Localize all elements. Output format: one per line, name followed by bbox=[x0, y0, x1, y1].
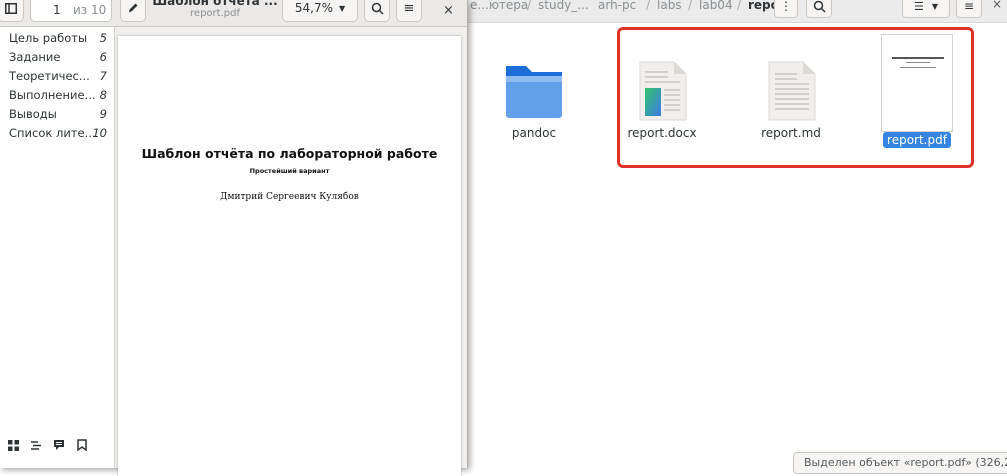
search-button[interactable] bbox=[806, 0, 832, 18]
outline-item[interactable]: Список лите... 10 bbox=[9, 126, 109, 144]
bookmark-icon bbox=[77, 439, 87, 451]
document-filename: report.pdf bbox=[190, 8, 240, 19]
viewer-header: 1 из 10 Шаблон отчёта ... report.pdf 54,… bbox=[0, 0, 467, 27]
zoom-dropdown[interactable]: 54,7% ▼ bbox=[282, 0, 358, 22]
outline-title: Цель работы bbox=[9, 31, 88, 45]
breadcrumb-item[interactable]: study_... bbox=[538, 0, 589, 12]
document-view[interactable]: Шаблон отчёта по лабораторной работе Про… bbox=[115, 27, 467, 476]
outline-title: Выполнение... bbox=[9, 88, 96, 102]
outline-page: 10 bbox=[92, 126, 107, 140]
file-item-pandoc[interactable]: pandoc bbox=[479, 60, 589, 141]
page-count: из 10 bbox=[73, 3, 107, 17]
page-number-input[interactable]: 1 из 10 bbox=[30, 0, 112, 22]
annotate-button[interactable] bbox=[120, 0, 146, 22]
search-icon bbox=[371, 2, 384, 15]
breadcrumb-separator: / bbox=[737, 0, 742, 12]
outline-item[interactable]: Выполнение... 8 bbox=[9, 88, 109, 106]
page-author: Дмитрий Сергеевич Кулябов bbox=[220, 192, 359, 202]
page-number: 1 bbox=[53, 3, 61, 17]
list-view-icon: ☰ bbox=[913, 0, 924, 13]
outline-page: 6 bbox=[99, 50, 107, 64]
chevron-down-icon: ▼ bbox=[338, 3, 346, 13]
close-icon[interactable]: × bbox=[992, 0, 1002, 11]
outline-sidebar: Цель работы 5 Задание 6 Теоретичес... 7 … bbox=[0, 27, 115, 468]
tab-annotations[interactable] bbox=[50, 436, 68, 454]
outline-item[interactable]: Задание 6 bbox=[9, 50, 109, 68]
outline-title: Список лите... bbox=[9, 126, 96, 140]
hamburger-icon: ≡ bbox=[963, 0, 975, 13]
outline-page: 9 bbox=[99, 107, 107, 121]
tab-bookmarks[interactable] bbox=[73, 436, 91, 454]
highlight-box bbox=[617, 27, 974, 168]
sidebar-icon bbox=[5, 2, 17, 14]
find-button[interactable] bbox=[364, 0, 390, 22]
search-icon bbox=[813, 0, 826, 13]
breadcrumb-item[interactable]: arh-pc bbox=[598, 0, 636, 12]
breadcrumb-separator: / bbox=[688, 0, 693, 12]
view-mode-button[interactable]: ☰ ▼ bbox=[902, 0, 950, 18]
document-page: Шаблон отчёта по лабораторной работе Про… bbox=[118, 36, 461, 476]
sidebar-toggle-button[interactable] bbox=[0, 0, 24, 22]
breadcrumb-separator: / bbox=[527, 0, 532, 12]
outline-item[interactable]: Выводы 9 bbox=[9, 107, 109, 125]
grid-icon bbox=[7, 439, 19, 451]
folder-icon bbox=[506, 66, 562, 118]
pencil-icon bbox=[129, 3, 138, 12]
breadcrumb-item[interactable]: labs bbox=[657, 0, 682, 12]
chevron-down-icon: ▼ bbox=[931, 1, 939, 11]
breadcrumb-separator: / bbox=[646, 0, 651, 12]
outline-page: 8 bbox=[99, 88, 107, 102]
outline-icon bbox=[30, 440, 41, 450]
page-heading: Шаблон отчёта по лабораторной работе bbox=[141, 146, 438, 161]
hamburger-icon: ≡ bbox=[403, 0, 415, 16]
page-subtitle: Простейший вариант bbox=[249, 167, 330, 175]
close-icon[interactable]: × bbox=[443, 3, 454, 18]
breadcrumb-item[interactable]: lab04 bbox=[699, 0, 733, 12]
document-title: Шаблон отчёта ... bbox=[152, 0, 278, 8]
outline-page: 7 bbox=[99, 69, 107, 83]
path-menu-button[interactable]: ⋮ bbox=[774, 0, 798, 18]
tab-thumbnails[interactable] bbox=[4, 436, 22, 454]
outline-title: Задание bbox=[9, 50, 61, 64]
viewer-menu-button[interactable]: ≡ bbox=[396, 0, 422, 22]
main-menu-button[interactable]: ≡ bbox=[956, 0, 982, 18]
file-name: pandoc bbox=[511, 126, 557, 140]
more-vertical-icon: ⋮ bbox=[780, 0, 792, 13]
sidebar-tabs bbox=[0, 432, 114, 460]
comment-icon bbox=[54, 440, 64, 450]
breadcrumb-item[interactable]: е...ютера bbox=[470, 0, 528, 12]
outline-item[interactable]: Теоретичес... 7 bbox=[9, 69, 109, 87]
zoom-value: 54,7% bbox=[294, 1, 333, 15]
document-viewer-window: 1 из 10 Шаблон отчёта ... report.pdf 54,… bbox=[0, 0, 468, 476]
outline-title: Теоретичес... bbox=[9, 69, 90, 83]
status-bar: Выделен объект «report.pdf» (326,2 кБ) bbox=[793, 452, 1007, 474]
outline-title: Выводы bbox=[9, 107, 57, 121]
outline-page: 5 bbox=[99, 31, 107, 45]
tab-outline[interactable] bbox=[27, 436, 45, 454]
document-title-block: Шаблон отчёта ... report.pdf bbox=[152, 0, 278, 19]
outline-item[interactable]: Цель работы 5 bbox=[9, 31, 109, 49]
